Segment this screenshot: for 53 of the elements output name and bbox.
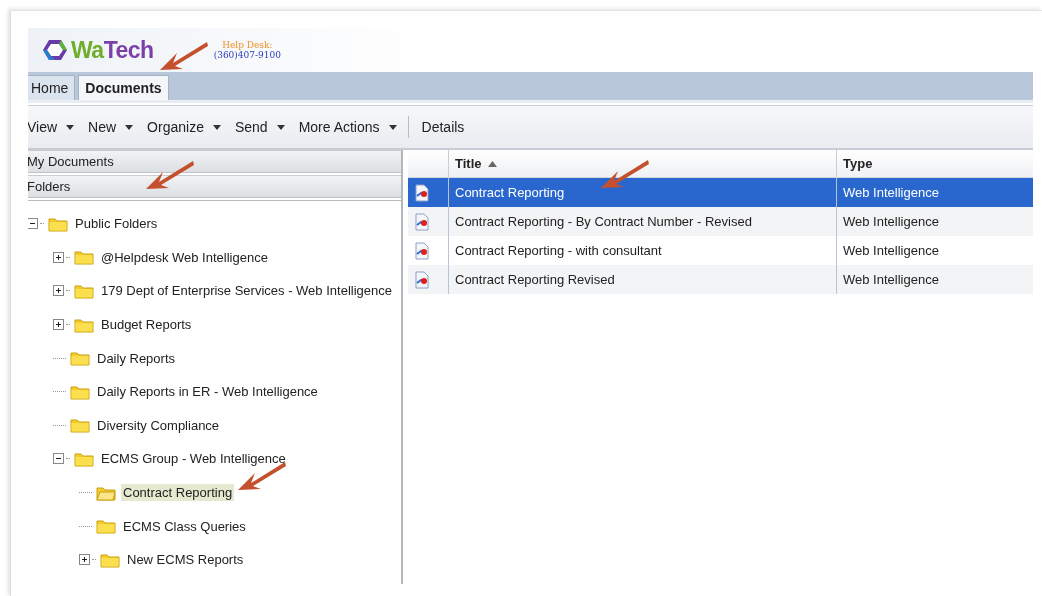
table-cell[interactable]: Contract Reporting <box>448 178 836 207</box>
report-document-icon <box>414 270 430 289</box>
report-document-icon <box>414 241 430 260</box>
folder-icon <box>74 316 94 333</box>
column-header[interactable]: Type <box>836 150 1033 178</box>
folder-label[interactable]: Daily Reports in ER - Web Intelligence <box>95 383 320 401</box>
folder-icon <box>100 551 120 568</box>
folder-icon <box>74 283 94 299</box>
folder-label[interactable]: Public Folders <box>73 215 160 233</box>
toolbar-menu[interactable]: Send <box>234 119 290 135</box>
toolbar-menu[interactable]: Details <box>421 119 470 135</box>
toolbar-menu[interactable]: New <box>88 119 139 135</box>
logo-icon <box>42 38 68 62</box>
table-cell: Web Intelligence <box>836 207 1033 236</box>
help-desk-phone: (360)407-9100 <box>213 50 281 60</box>
expand-icon[interactable] <box>53 285 64 297</box>
tab[interactable]: Documents <box>78 75 169 100</box>
report-document-icon <box>414 212 430 231</box>
folder-label[interactable]: Daily Reports <box>95 349 178 367</box>
folder-label[interactable]: Contract Reporting <box>121 484 235 502</box>
folder-label[interactable]: ECMS Class Queries <box>121 517 248 535</box>
expand-icon[interactable] <box>53 319 64 331</box>
collapse-icon[interactable] <box>53 453 64 465</box>
column-header[interactable]: Title <box>448 150 836 178</box>
folder-label[interactable]: Budget Reports <box>99 316 194 334</box>
toolbar-menu[interactable]: More Actions <box>298 119 402 135</box>
toolbar-menu[interactable]: Organize <box>147 119 226 135</box>
table-cell: Web Intelligence <box>836 265 1033 294</box>
folder-label[interactable]: @Helpdesk Web Intelligence <box>99 248 270 266</box>
folder-icon <box>70 350 90 367</box>
folder-icon <box>48 215 68 232</box>
sidebar-section-header[interactable]: Folders <box>28 175 401 198</box>
open-folder-icon <box>96 484 116 501</box>
folder-label[interactable]: Diversity Compliance <box>95 416 222 434</box>
folder-icon <box>70 417 90 434</box>
collapse-icon[interactable] <box>28 218 38 230</box>
expand-icon[interactable] <box>79 554 90 566</box>
table-cell[interactable]: Contract Reporting - By Contract Number - Revised <box>448 207 836 236</box>
folder-label[interactable]: New ECMS Reports <box>125 551 246 569</box>
table-cell: Web Intelligence <box>836 178 1033 207</box>
table-cell[interactable]: Contract Reporting Revised <box>448 265 836 294</box>
folder-icon <box>74 450 94 467</box>
folder-icon <box>96 518 116 535</box>
folder-icon <box>74 249 94 266</box>
report-document-icon <box>414 183 430 202</box>
expand-icon[interactable] <box>53 251 64 263</box>
folder-icon <box>70 383 90 400</box>
tab[interactable]: Home <box>28 75 76 100</box>
help-desk-label: Help Desk: <box>222 40 273 50</box>
folder-label[interactable]: 179 Dept of Enterprise Services - Web Intelligence <box>99 282 394 300</box>
logo-wordmark: WaTech <box>71 37 154 63</box>
sidebar-section-header[interactable]: My Documents <box>28 150 401 173</box>
folder-label[interactable]: ECMS Group - Web Intelligence <box>99 450 288 468</box>
